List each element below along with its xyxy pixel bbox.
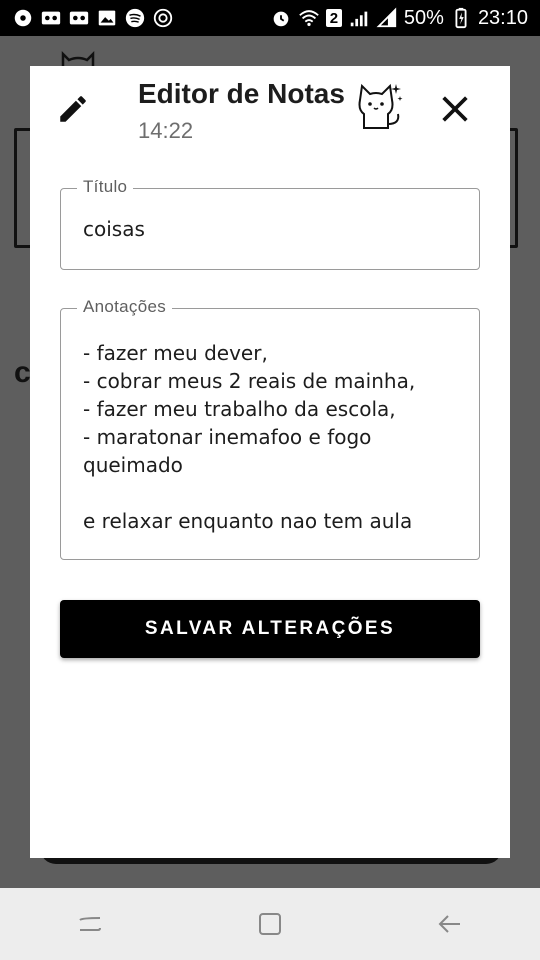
signal-icon — [376, 7, 398, 29]
recent-apps-button[interactable] — [60, 899, 120, 949]
system-icons: 2 50% 23:10 — [270, 7, 528, 30]
voicemail-icon — [40, 7, 62, 29]
battery-icon — [450, 7, 472, 29]
title-input[interactable]: coisas — [83, 217, 145, 241]
notes-field-label: Anotações — [77, 297, 173, 317]
note-time: 14:22 — [138, 118, 194, 143]
title-field[interactable]: Título coisas — [60, 177, 480, 270]
spotify-icon — [124, 7, 146, 29]
note-editor-dialog: Editor de Notas 14:22 Título coisas Anot… — [30, 66, 510, 858]
cat-illustration-icon — [358, 83, 403, 129]
image-icon — [96, 7, 118, 29]
notification-icons — [12, 7, 174, 29]
pencil-icon[interactable] — [56, 92, 90, 126]
background-text: c — [14, 356, 31, 389]
close-icon[interactable] — [438, 92, 472, 126]
status-bar: 2 50% 23:10 — [0, 0, 540, 36]
dialog-title: Editor de Notas — [138, 78, 345, 109]
chat-icon — [12, 7, 34, 29]
wifi-icon — [298, 7, 320, 29]
dialog-header: Editor de Notas 14:22 — [30, 66, 510, 162]
voicemail-icon — [68, 7, 90, 29]
alarm-icon — [270, 7, 292, 29]
sync-icon — [152, 7, 174, 29]
title-field-label: Título — [77, 177, 134, 197]
save-changes-button[interactable]: SALVAR ALTERAÇÕES — [60, 600, 480, 658]
home-icon — [259, 913, 281, 935]
home-button[interactable] — [240, 899, 300, 949]
recent-apps-icon — [79, 917, 101, 931]
notes-textarea[interactable]: - fazer meu dever, - cobrar meus 2 reais… — [83, 339, 463, 535]
battery-percent: 50% — [403, 6, 444, 29]
back-arrow-icon — [438, 915, 460, 933]
sim-badge: 2 — [325, 9, 342, 27]
signal-icon — [348, 7, 370, 29]
navigation-bar — [0, 888, 540, 960]
back-button[interactable] — [420, 899, 480, 949]
clock: 23:10 — [477, 6, 528, 29]
notes-field[interactable]: Anotações - fazer meu dever, - cobrar me… — [60, 297, 480, 560]
